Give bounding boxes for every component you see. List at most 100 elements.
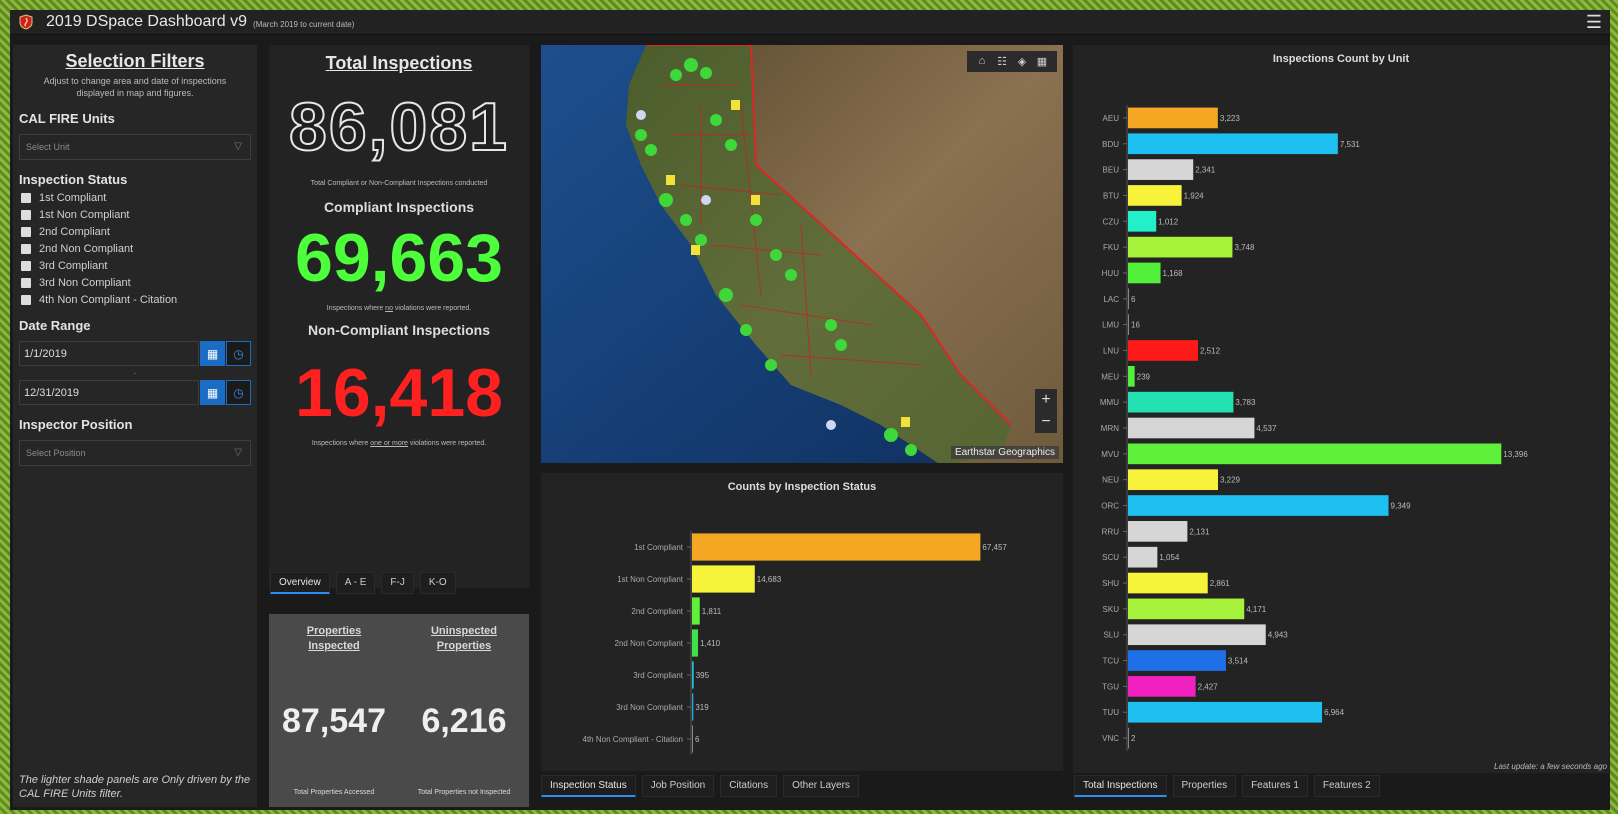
status-checkbox-row[interactable]: 1st Non Compliant <box>21 209 257 221</box>
compliant-marker[interactable] <box>645 144 657 156</box>
end-date-input[interactable]: 12/31/2019 <box>19 380 199 405</box>
map-canvas[interactable] <box>541 45 1064 464</box>
position-select[interactable]: Select Position ▽ <box>19 440 251 466</box>
bar <box>1128 107 1218 129</box>
status-checkbox-row[interactable]: 1st Compliant <box>21 192 257 204</box>
compliant-marker[interactable] <box>725 139 737 151</box>
compliant-marker[interactable] <box>710 114 722 126</box>
checkbox[interactable] <box>21 261 31 271</box>
tab-other-layers[interactable]: Other Layers <box>783 775 859 797</box>
start-date-row: 1/1/2019 ▦ ◷ <box>19 341 251 366</box>
compliant-marker[interactable] <box>740 324 752 336</box>
data-label: 6 <box>695 735 700 744</box>
bar <box>692 629 699 657</box>
tab-k-o[interactable]: K-O <box>419 572 456 594</box>
category-label: MMU <box>1100 398 1119 407</box>
compliant-marker[interactable] <box>884 428 898 442</box>
clock-icon[interactable]: ◷ <box>226 380 251 405</box>
noncompliant-marker[interactable] <box>666 175 675 185</box>
status-checkbox-row[interactable]: 4th Non Compliant - Citation <box>21 294 257 306</box>
tab-f-j[interactable]: F-J <box>381 572 414 594</box>
inspection-status-label: Inspection Status <box>19 172 128 187</box>
compliant-marker[interactable] <box>770 249 782 261</box>
compliant-marker[interactable] <box>635 129 647 141</box>
bar <box>1128 314 1129 335</box>
checkbox[interactable] <box>21 227 31 237</box>
hamburger-menu-icon[interactable]: ☰ <box>1586 13 1602 31</box>
clock-icon[interactable]: ◷ <box>226 341 251 366</box>
compliant-caption: Inspections where no violations were rep… <box>269 305 529 312</box>
compliant-marker[interactable] <box>659 193 673 207</box>
status-checkbox-row[interactable]: 3rd Non Compliant <box>21 277 257 289</box>
tab-total-inspections[interactable]: Total Inspections <box>1074 775 1167 797</box>
checkbox[interactable] <box>21 278 31 288</box>
filters-title: Selection Filters <box>65 51 205 71</box>
compliant-marker[interactable] <box>700 67 712 79</box>
compliant-marker[interactable] <box>750 214 762 226</box>
tab-features-2[interactable]: Features 2 <box>1313 775 1380 797</box>
unit-select[interactable]: Select Unit ▽ <box>19 134 251 160</box>
start-date-input[interactable]: 1/1/2019 <box>19 341 199 366</box>
category-label: SCU <box>1102 553 1119 562</box>
tab-citations[interactable]: Citations <box>720 775 778 797</box>
data-label: 16 <box>1131 321 1140 330</box>
checkbox[interactable] <box>21 295 31 305</box>
home-icon[interactable]: ⌂ <box>973 55 991 68</box>
noncompliant-marker[interactable] <box>901 417 910 427</box>
basemap-icon[interactable]: ▦ <box>1033 55 1051 68</box>
checkbox[interactable] <box>21 244 31 254</box>
compliant-marker[interactable] <box>719 288 733 302</box>
data-label: 3,223 <box>1220 114 1241 123</box>
tab-properties[interactable]: Properties <box>1172 775 1237 797</box>
status-checkbox-row[interactable]: 2nd Non Compliant <box>21 243 257 255</box>
cluster-marker[interactable] <box>701 195 711 205</box>
compliant-marker[interactable] <box>684 58 698 72</box>
checkbox[interactable] <box>21 193 31 203</box>
cluster-marker[interactable] <box>636 110 646 120</box>
calendar-icon[interactable]: ▦ <box>200 341 225 366</box>
bar <box>692 565 755 593</box>
compliant-marker[interactable] <box>695 234 707 246</box>
checkbox[interactable] <box>21 210 31 220</box>
zoom-in-button[interactable]: + <box>1035 389 1057 411</box>
category-label: SHU <box>1102 579 1119 588</box>
map-toolbar: ⌂ ☷ ◈ ▦ <box>967 51 1057 72</box>
category-label: VNC <box>1102 734 1119 743</box>
category-label: SKU <box>1103 605 1120 614</box>
compliant-marker[interactable] <box>680 214 692 226</box>
bar <box>1128 417 1255 439</box>
data-label: 2 <box>1131 734 1136 743</box>
compliant-marker[interactable] <box>765 359 777 371</box>
cal-fire-units-label: CAL FIRE Units <box>19 111 115 126</box>
properties-uninspected-value: 6,216 <box>421 702 507 740</box>
zoom-out-button[interactable]: − <box>1035 411 1057 433</box>
bar <box>1128 495 1389 516</box>
data-label: 1,924 <box>1184 191 1205 200</box>
noncompliant-marker[interactable] <box>691 245 700 255</box>
category-label: 3rd Compliant <box>633 671 684 680</box>
compliant-marker[interactable] <box>905 444 917 456</box>
tab-inspection-status[interactable]: Inspection Status <box>541 775 636 797</box>
noncompliant-marker[interactable] <box>751 195 760 205</box>
cluster-marker[interactable] <box>826 420 836 430</box>
tab-features-1[interactable]: Features 1 <box>1242 775 1308 797</box>
compliant-marker[interactable] <box>785 269 797 281</box>
noncompliant-marker[interactable] <box>731 100 740 110</box>
bar <box>1128 469 1218 491</box>
tab-overview[interactable]: Overview <box>270 572 330 594</box>
category-label: HUU <box>1102 269 1120 278</box>
compliant-marker[interactable] <box>835 339 847 351</box>
tab-job-position[interactable]: Job Position <box>641 775 715 797</box>
layers-icon[interactable]: ◈ <box>1013 55 1031 68</box>
bar <box>1128 185 1182 206</box>
status-checkbox-row[interactable]: 3rd Compliant <box>21 260 257 272</box>
calendar-icon[interactable]: ▦ <box>200 380 225 405</box>
compliant-marker[interactable] <box>670 69 682 81</box>
legend-icon[interactable]: ☷ <box>993 55 1011 68</box>
inspections-map[interactable]: ⌂ ☷ ◈ ▦ + − Earthstar Geographics <box>540 44 1064 464</box>
status-checkbox-row[interactable]: 2nd Compliant <box>21 226 257 238</box>
x-tick-label: 10,000 <box>1393 764 1418 765</box>
compliant-marker[interactable] <box>825 319 837 331</box>
unit-select-placeholder: Select Unit <box>26 142 70 152</box>
tab-a-e[interactable]: A - E <box>335 572 376 594</box>
